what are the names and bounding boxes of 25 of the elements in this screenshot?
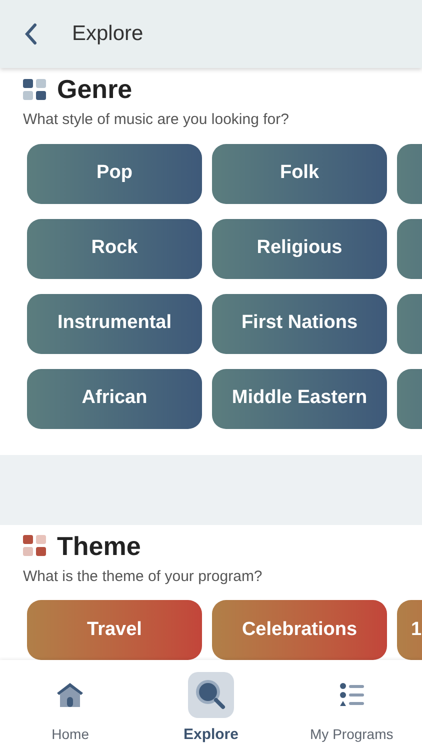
theme-button[interactable]: Celebrations bbox=[212, 600, 387, 660]
genre-button[interactable]: First Nations bbox=[212, 294, 387, 354]
genre-button[interactable]: Folk bbox=[212, 144, 387, 204]
genre-button[interactable]: Middle Eastern bbox=[212, 368, 387, 428]
theme-button[interactable]: 1 bbox=[397, 600, 422, 660]
back-icon[interactable] bbox=[24, 23, 38, 45]
nav-tab[interactable]: Home bbox=[10, 672, 130, 745]
genre-button[interactable]: Religious bbox=[212, 218, 387, 278]
list-icon bbox=[338, 683, 365, 707]
section-subtitle: What is the theme of your program? bbox=[22, 566, 264, 586]
section-title: Genre bbox=[57, 73, 132, 106]
theme-button[interactable]: Travel bbox=[27, 600, 202, 660]
genre-button[interactable]: Rock bbox=[27, 218, 202, 278]
grid-icon bbox=[23, 535, 47, 557]
section-subtitle: What style of music are you looking for? bbox=[22, 110, 290, 130]
search-icon bbox=[194, 679, 227, 711]
home-icon bbox=[55, 681, 86, 709]
section-title: Theme bbox=[57, 530, 141, 562]
grid-icon bbox=[23, 78, 47, 100]
genre-button[interactable]: African bbox=[27, 368, 202, 428]
nav-tab[interactable]: Explore bbox=[150, 672, 271, 746]
genre-button[interactable]: Pop bbox=[27, 144, 202, 204]
nav-tab[interactable]: My Programs bbox=[292, 672, 412, 745]
genre-button[interactable]: Instrumental bbox=[27, 294, 202, 354]
page-title: Explore bbox=[72, 21, 144, 48]
